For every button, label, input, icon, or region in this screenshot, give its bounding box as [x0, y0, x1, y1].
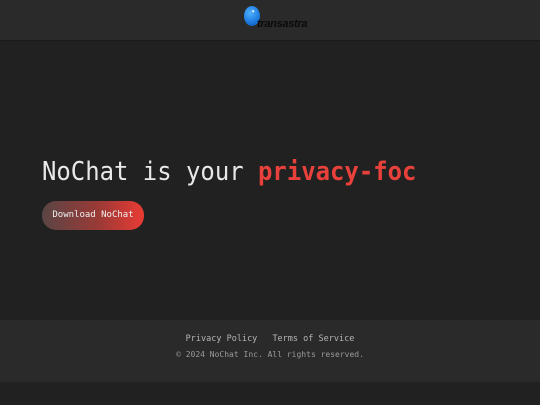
brand-logo-text: transastra [257, 18, 308, 30]
page: ✦ transastra NoChat is your privacy-foc … [0, 0, 540, 405]
site-footer: Privacy Policy Terms of Service © 2024 N… [0, 320, 540, 382]
terms-of-service-link[interactable]: Terms of Service [272, 334, 354, 344]
copyright-text: © 2024 NoChat Inc. All rights reserved. [176, 350, 364, 359]
star-icon: ✦ [251, 7, 256, 15]
site-header: ✦ transastra [0, 0, 540, 41]
footer-links: Privacy Policy Terms of Service [0, 334, 540, 344]
bottom-strip [0, 382, 540, 405]
hero-title-accent: privacy-foc [258, 157, 417, 187]
brand-logo[interactable]: ✦ transastra [244, 5, 308, 35]
privacy-policy-link[interactable]: Privacy Policy [186, 334, 258, 344]
download-button[interactable]: Download NoChat [42, 201, 144, 230]
hero-title-prefix: NoChat is your [42, 157, 259, 187]
hero-title: NoChat is your privacy-foc [42, 152, 416, 192]
